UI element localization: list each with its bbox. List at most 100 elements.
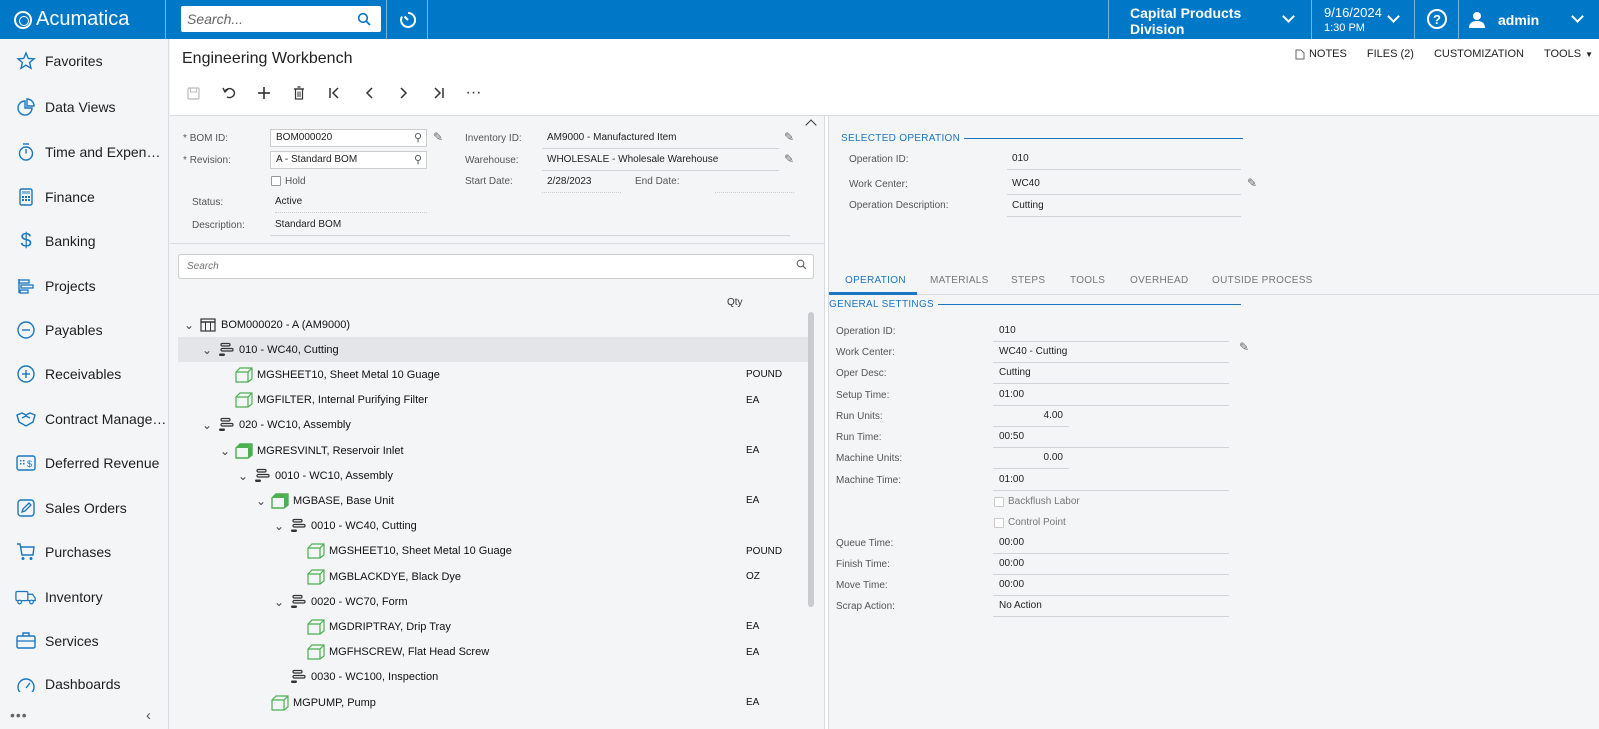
expand-toggle-icon[interactable]: ⌄ [184, 319, 194, 331]
tree-search[interactable] [178, 254, 814, 279]
tree-scrollbar[interactable] [808, 312, 814, 607]
tree-row[interactable]: ⌄ 0020 - WC70, Form [178, 589, 810, 614]
warehouse-field[interactable]: WHOLESALE - Wholesale Warehouse [542, 154, 779, 171]
edit-pencil-icon[interactable]: ✎ [433, 130, 443, 144]
end-date-field[interactable] [715, 176, 794, 193]
expand-toggle-icon[interactable]: ⌄ [256, 495, 266, 507]
sidebar-item-time-and-expenses[interactable]: Time and Expenses [0, 132, 168, 172]
tree-search-input[interactable] [187, 261, 777, 272]
next-record-button[interactable] [386, 79, 421, 107]
edit-pencil-icon[interactable]: ✎ [784, 152, 794, 166]
tree-row[interactable]: MGDRIPTRAY, Drip Tray EA [178, 614, 810, 639]
expand-toggle-icon[interactable]: ⌄ [220, 445, 230, 457]
tree-row[interactable]: ⌄ 0010 - WC40, Cutting [178, 514, 810, 539]
more-actions-button[interactable]: ··· [456, 79, 491, 107]
edit-pencil-icon[interactable]: ✎ [784, 130, 794, 144]
search-icon[interactable]: ⚲ [414, 153, 422, 166]
sidebar-item-sales-orders[interactable]: Sales Orders [0, 488, 168, 528]
sidebar-item-contract-management[interactable]: Contract Managem... [0, 399, 168, 439]
machine-units-field[interactable]: 0.00 [993, 452, 1069, 469]
tab-tools[interactable]: TOOLS [1070, 275, 1105, 286]
user-menu[interactable]: admin [1468, 8, 1588, 32]
run-time-field[interactable]: 00:50 [993, 431, 1229, 448]
finish-time-field[interactable]: 00:00 [993, 558, 1229, 575]
sidebar-item-services[interactable]: Services [0, 621, 168, 661]
add-button[interactable] [246, 79, 281, 107]
sidebar-item-favorites[interactable]: Favorites [0, 41, 168, 81]
global-search-input[interactable] [187, 11, 357, 27]
tab-overhead[interactable]: OVERHEAD [1130, 275, 1189, 286]
save-button[interactable] [176, 79, 211, 107]
operation-id-field[interactable]: 010 [993, 325, 1229, 342]
edit-pencil-icon[interactable]: ✎ [1247, 176, 1257, 190]
business-date-selector[interactable]: 9/16/2024 1:30 PM [1324, 5, 1414, 35]
tools-menu[interactable]: TOOLS ▼ [1544, 48, 1593, 60]
hold-checkbox[interactable] [271, 176, 281, 186]
delete-button[interactable] [281, 79, 316, 107]
tab-operation[interactable]: OPERATION [845, 275, 906, 286]
control-point-checkbox[interactable] [994, 518, 1004, 528]
first-record-button[interactable] [316, 79, 351, 107]
tree-row[interactable]: MGBLACKDYE, Black Dye OZ [178, 564, 810, 589]
tree-row[interactable]: MGSHEET10, Sheet Metal 10 Guage POUND [178, 539, 810, 564]
tree-row[interactable]: ⌄ BOM000020 - A (AM9000) [178, 312, 810, 337]
tree-row[interactable]: ⌄ 020 - WC10, Assembly [178, 413, 810, 438]
expand-toggle-icon[interactable]: ⌄ [274, 520, 284, 532]
tab-steps[interactable]: STEPS [1011, 275, 1045, 286]
previous-record-button[interactable] [351, 79, 386, 107]
files-link[interactable]: FILES (2) [1367, 48, 1414, 60]
company-branch-selector[interactable]: Capital Products Division Products Whole… [1130, 5, 1296, 50]
expand-toggle-icon[interactable]: ⌄ [274, 596, 284, 608]
revision-field[interactable]: A - Standard BOM ⚲ [270, 151, 427, 169]
run-units-field[interactable]: 4.00 [993, 410, 1069, 427]
help-icon[interactable]: ? [1427, 9, 1447, 29]
sidebar-item-inventory[interactable]: Inventory [0, 577, 168, 617]
backflush-labor-checkbox[interactable] [994, 497, 1004, 507]
machine-time-field[interactable]: 01:00 [993, 474, 1229, 491]
sidebar-item-receivables[interactable]: Receivables [0, 354, 168, 394]
queue-time-field[interactable]: 00:00 [993, 537, 1229, 554]
setup-time-field[interactable]: 01:00 [993, 389, 1229, 406]
sidebar-item-payables[interactable]: Payables [0, 310, 168, 350]
tree-row[interactable]: MGFHSCREW, Flat Head Screw EA [178, 640, 810, 665]
expand-toggle-icon[interactable]: ⌄ [202, 344, 212, 356]
undo-button[interactable] [211, 79, 246, 107]
tree-row[interactable]: ⌄ 010 - WC40, Cutting [178, 337, 810, 363]
sidebar-item-dashboards[interactable]: Dashboards [0, 666, 168, 692]
collapse-sidebar-button[interactable]: ‹ [146, 707, 151, 724]
sidebar-item-projects[interactable]: Projects [0, 266, 168, 306]
tab-materials[interactable]: MATERIALS [930, 275, 989, 286]
last-record-button[interactable] [421, 79, 456, 107]
oper-desc-field[interactable]: Cutting [993, 367, 1229, 384]
global-search[interactable] [181, 6, 381, 32]
tree-row[interactable]: MGSHEET10, Sheet Metal 10 Guage POUND [178, 362, 810, 387]
tree-row[interactable]: ⌄ MGBASE, Base Unit EA [178, 488, 810, 513]
notes-link[interactable]: NOTES [1295, 48, 1347, 60]
qty-column-header[interactable]: Qty [727, 297, 743, 308]
expand-toggle-icon[interactable]: ⌄ [238, 470, 248, 482]
sidebar-item-data-views[interactable]: Data Views [0, 87, 168, 127]
description-field[interactable]: Standard BOM [270, 219, 790, 236]
tree-row[interactable]: MGFILTER, Internal Purifying Filter EA [178, 388, 810, 413]
tab-outside-process[interactable]: OUTSIDE PROCESS [1212, 275, 1313, 286]
bom-id-field[interactable]: BOM000020 ⚲ [270, 129, 427, 147]
work-center-field[interactable]: WC40 - Cutting [993, 346, 1229, 363]
acumatica-logo[interactable]: Acumatica [14, 8, 129, 31]
inventory-id-field[interactable]: AM9000 - Manufactured Item [542, 132, 779, 149]
start-date-field[interactable]: 2/28/2023 [542, 176, 621, 193]
edit-pencil-icon[interactable]: ✎ [1239, 340, 1249, 354]
sidebar-item-banking[interactable]: $ Banking [0, 221, 168, 261]
recent-history-button[interactable] [396, 8, 420, 32]
tree-row[interactable]: ⌄ 0010 - WC10, Assembly [178, 463, 810, 488]
tree-row[interactable]: 0030 - WC100, Inspection [178, 665, 810, 690]
search-icon[interactable] [796, 259, 807, 270]
move-time-field[interactable]: 00:00 [993, 579, 1229, 596]
search-icon[interactable]: ⚲ [414, 131, 422, 144]
scrap-action-field[interactable]: No Action [993, 600, 1229, 617]
tree-row[interactable]: ⌄ MGRESVINLT, Reservoir Inlet EA [178, 438, 810, 463]
collapse-header-icon[interactable] [805, 119, 817, 131]
sidebar-item-finance[interactable]: Finance [0, 177, 168, 217]
tree-row[interactable]: MGPUMP, Pump EA [178, 690, 810, 715]
sidebar-item-purchases[interactable]: Purchases [0, 532, 168, 572]
customization-link[interactable]: CUSTOMIZATION [1434, 48, 1524, 60]
